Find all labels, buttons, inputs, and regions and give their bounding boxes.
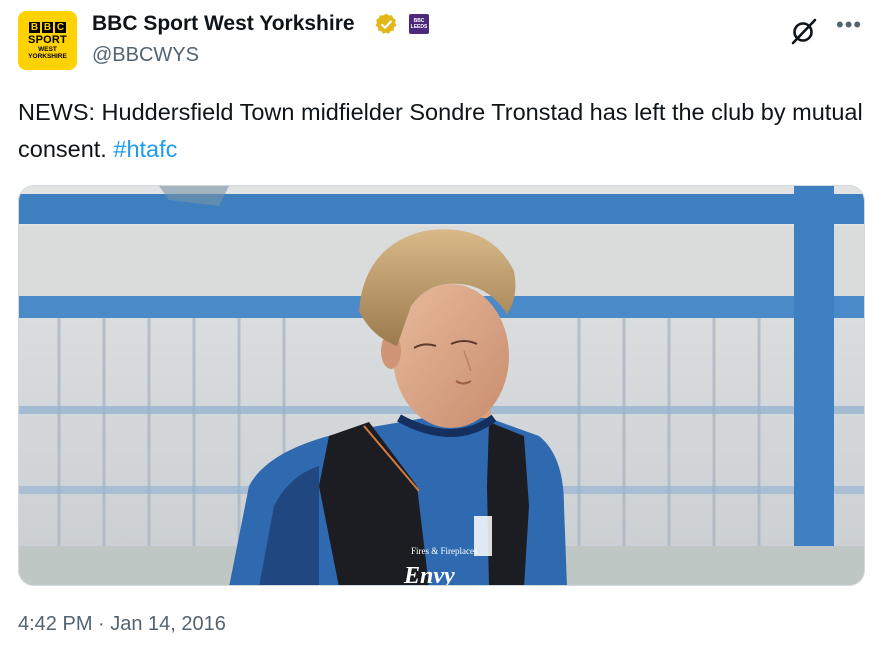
affiliate-badge-bottom: LEEDS (410, 24, 428, 30)
grok-icon[interactable] (789, 16, 819, 46)
tweet-card: B B C SPORT WEST YORKSHIRE BBC Sport Wes… (0, 0, 882, 646)
verified-badge-icon[interactable] (374, 12, 399, 37)
avatar-bbc-c: C (55, 21, 66, 33)
tweet-photo[interactable]: Fires & Fireplaces Envy (18, 185, 865, 586)
sponsor-line-1: Fires & Fireplaces (411, 546, 478, 556)
avatar-sub-text-1: WEST (38, 45, 57, 53)
display-name[interactable]: BBC Sport West Yorkshire (92, 10, 355, 38)
avatar[interactable]: B B C SPORT WEST YORKSHIRE (18, 11, 77, 70)
tweet-text: NEWS: Huddersfield Town midfielder Sondr… (18, 94, 864, 168)
more-icon[interactable]: ••• (836, 10, 862, 40)
affiliate-badge[interactable]: BBC LEEDS (409, 14, 429, 34)
avatar-bbc-blocks: B B C (29, 21, 66, 33)
avatar-bbc-b2: B (42, 21, 53, 33)
sponsor-line-2: Envy (403, 563, 455, 586)
avatar-sport-text: SPORT (28, 33, 67, 46)
timestamp[interactable]: 4:42 PM · Jan 14, 2016 (18, 610, 226, 638)
avatar-sub-text-2: YORKSHIRE (28, 52, 67, 60)
photo-player: Fires & Fireplaces Envy (19, 186, 864, 586)
hashtag-link[interactable]: #htafc (113, 136, 177, 162)
avatar-bbc-b1: B (29, 21, 40, 33)
handle[interactable]: @BBCWYS (92, 42, 199, 68)
